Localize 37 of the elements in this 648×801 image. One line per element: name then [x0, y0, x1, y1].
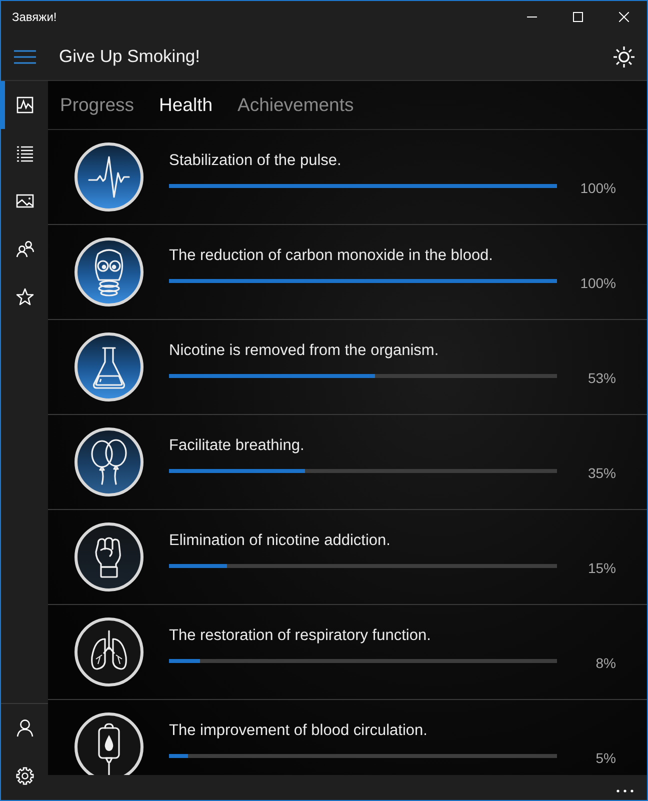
health-item-title: Stabilization of the pulse. [169, 152, 342, 170]
percent-text: 5% [594, 751, 616, 766]
balloons-icon [74, 427, 144, 497]
health-item-title: Facilitate breathing. [169, 436, 306, 456]
person-icon [16, 719, 34, 737]
flask-icon [74, 332, 144, 402]
close-icon [619, 12, 629, 22]
health-item-title: The reduction of carbon monoxide in the blood. [169, 246, 494, 266]
gas-mask-icon [74, 237, 144, 307]
settings-icon [16, 767, 34, 785]
percent-text: 15% [586, 561, 616, 576]
menu-icon [14, 50, 36, 64]
percent-text: 8% [594, 656, 616, 672]
fist-icon [74, 522, 144, 592]
maximize-icon [573, 12, 583, 22]
health-item-title: The restoration of respiratory function. [169, 626, 432, 646]
app-title: Give Up Smoking! [59, 46, 202, 67]
image-icon [16, 192, 34, 210]
health-item-title: The improvement of blood circulation. [169, 722, 428, 740]
health-item-title: Elimination of nicotine addiction. [169, 532, 392, 550]
more-icon [616, 788, 634, 792]
pulse-icon [74, 142, 144, 212]
percent-text: 53% [586, 371, 616, 386]
tab[interactable]: Achievements [238, 94, 354, 116]
window-title: Завяжи! [11, 11, 58, 23]
percent-text: 100% [579, 181, 616, 196]
star-icon [16, 288, 34, 306]
tab[interactable]: Progress [60, 94, 134, 116]
tab[interactable]: Health [159, 94, 213, 116]
percent-text: 35% [586, 466, 616, 482]
health-item-title: Nicotine is removed from the organism. [169, 342, 440, 360]
lungs-icon [74, 617, 144, 687]
sun-icon [612, 46, 634, 68]
list-icon [16, 144, 34, 162]
chart-icon [16, 96, 34, 114]
people-icon [16, 240, 34, 258]
percent-text: 100% [579, 276, 616, 292]
